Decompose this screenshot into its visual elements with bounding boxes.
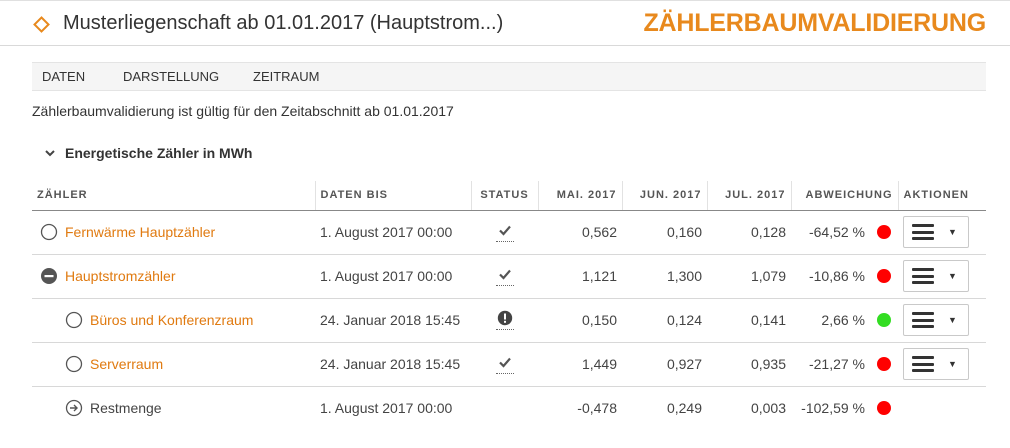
caret-down-icon: ▼ xyxy=(948,271,957,281)
table-row: Restmenge 1. August 2017 00:00 -0,478 0,249… xyxy=(32,386,986,430)
diamond-icon xyxy=(33,16,50,33)
checkmark-icon[interactable] xyxy=(495,222,514,242)
collapse-circle-icon[interactable] xyxy=(40,267,58,285)
menu-icon xyxy=(912,268,934,284)
app-title: ZÄHLERBAUMVALIDIERUNG xyxy=(643,9,986,37)
deviation-cell: 2,66 % xyxy=(791,298,898,343)
col-header-mai[interactable]: MAI. 2017 xyxy=(537,181,622,211)
meter-name: Restmenge xyxy=(90,400,162,417)
validity-text: Zählerbaumvalidierung ist gültig für den… xyxy=(32,103,454,119)
status-cell xyxy=(471,298,538,343)
value-jun: 0,249 xyxy=(666,400,702,417)
page-title: Musterliegenschaft ab 01.01.2017 (Haupts… xyxy=(63,12,504,34)
actions-dropdown[interactable]: ▼ xyxy=(903,304,969,336)
actions-cell: ▼ xyxy=(898,342,986,387)
data-until: 1. August 2017 00:00 xyxy=(315,254,471,299)
actions-cell xyxy=(898,386,986,430)
col-header-jul[interactable]: JUL. 2017 xyxy=(706,181,791,211)
value-mai: -0,478 xyxy=(577,400,617,417)
data-until: 1. August 2017 00:00 xyxy=(320,400,453,417)
actions-cell: ▼ xyxy=(898,298,986,343)
actions-dropdown[interactable]: ▼ xyxy=(903,348,969,380)
value-jul: 0,935 xyxy=(707,342,791,387)
status-cell xyxy=(471,342,538,387)
actions-cell: ▼ xyxy=(898,210,986,255)
value-jul: 1,079 xyxy=(707,254,791,299)
deviation-value: -21,27 % xyxy=(808,356,865,372)
chevron-down-icon xyxy=(45,150,55,157)
value-jul: 0,141 xyxy=(707,298,791,343)
section-title: Energetische Zähler in MWh xyxy=(65,145,253,161)
menu-item-darstellung[interactable]: DARSTELLUNG xyxy=(123,69,219,84)
caret-down-icon: ▼ xyxy=(948,315,957,325)
section-toggle[interactable]: Energetische Zähler in MWh xyxy=(44,143,252,163)
value-jul: 0,128 xyxy=(707,210,791,255)
meter-table: ZÄHLER DATEN BIS STATUS MAI. 2017 JUN. 2… xyxy=(32,181,986,430)
deviation-cell: -21,27 % xyxy=(791,342,898,387)
status-dot-icon xyxy=(877,401,891,416)
circle-icon[interactable] xyxy=(65,311,83,329)
meter-name[interactable]: Hauptstromzähler xyxy=(65,268,176,284)
meter-name[interactable]: Serverraum xyxy=(90,356,163,372)
actions-dropdown[interactable]: ▼ xyxy=(903,216,969,248)
data-until: 24. Januar 2018 15:45 xyxy=(315,342,471,387)
value-mai: 0,150 xyxy=(538,298,622,343)
status-dot-icon xyxy=(877,225,891,239)
deviation-cell: -102,59 % xyxy=(791,386,898,430)
table-row: Serverraum 24. Januar 2018 15:45 1,449 0,92… xyxy=(32,342,986,387)
menu-item-daten[interactable]: DATEN xyxy=(42,69,85,84)
checkmark-icon[interactable] xyxy=(495,266,514,286)
caret-down-icon: ▼ xyxy=(948,227,957,237)
table-row: Fernwärme Hauptzähler 1. August 2017 00:0… xyxy=(32,210,986,255)
meter-name[interactable]: Fernwärme Hauptzähler xyxy=(65,224,215,240)
checkmark-icon[interactable] xyxy=(495,354,514,374)
data-until: 1. August 2017 00:00 xyxy=(315,210,471,255)
deviation-value: -10,86 % xyxy=(808,268,865,284)
value-jun: 0,124 xyxy=(622,298,707,343)
deviation-value: -102,59 % xyxy=(801,400,865,417)
menu-item-zeitraum[interactable]: ZEITRAUM xyxy=(253,69,319,84)
status-dot-icon xyxy=(877,357,891,371)
status-cell xyxy=(471,386,538,430)
value-jun: 1,300 xyxy=(622,254,707,299)
circle-icon[interactable] xyxy=(65,355,83,373)
menu-icon xyxy=(912,312,934,328)
value-jun: 0,160 xyxy=(622,210,707,255)
warning-icon[interactable] xyxy=(495,310,514,330)
value-mai: 1,121 xyxy=(538,254,622,299)
title-bar: Musterliegenschaft ab 01.01.2017 (Haupts… xyxy=(0,0,1010,46)
menu-bar: DATEN DARSTELLUNG ZEITRAUM xyxy=(32,62,986,91)
col-header-abweichung[interactable]: ABWEICHUNG xyxy=(790,181,898,211)
value-mai: 1,449 xyxy=(538,342,622,387)
value-mai: 0,562 xyxy=(538,210,622,255)
col-header-aktionen: AKTIONEN xyxy=(897,181,986,211)
col-header-status[interactable]: STATUS xyxy=(470,181,538,211)
col-header-zaehler[interactable]: ZÄHLER xyxy=(32,181,315,211)
value-jul: 0,003 xyxy=(750,400,786,417)
status-cell xyxy=(471,254,538,299)
deviation-cell: -64,52 % xyxy=(791,210,898,255)
data-until: 24. Januar 2018 15:45 xyxy=(315,298,471,343)
meter-name[interactable]: Büros und Konferenzraum xyxy=(90,312,253,328)
actions-dropdown[interactable]: ▼ xyxy=(903,260,969,292)
status-dot-icon xyxy=(877,269,891,283)
caret-down-icon: ▼ xyxy=(948,359,957,369)
actions-cell: ▼ xyxy=(898,254,986,299)
deviation-value: -64,52 % xyxy=(808,224,865,240)
status-cell xyxy=(471,210,538,255)
circle-icon[interactable] xyxy=(40,223,58,241)
deviation-value: 2,66 % xyxy=(821,312,865,328)
status-dot-icon xyxy=(877,313,891,327)
table-header-row: ZÄHLER DATEN BIS STATUS MAI. 2017 JUN. 2… xyxy=(32,181,986,211)
table-row: Büros und Konferenzraum 24. Januar 2018 1… xyxy=(32,298,986,343)
menu-icon xyxy=(912,224,934,240)
col-header-daten-bis[interactable]: DATEN BIS xyxy=(314,181,471,211)
table-row: Hauptstromzähler 1. August 2017 00:00 1,12… xyxy=(32,254,986,299)
value-jun: 0,927 xyxy=(622,342,707,387)
deviation-cell: -10,86 % xyxy=(791,254,898,299)
col-header-jun[interactable]: JUN. 2017 xyxy=(621,181,707,211)
menu-icon xyxy=(912,356,934,372)
arrow-circle-icon[interactable] xyxy=(65,399,83,417)
